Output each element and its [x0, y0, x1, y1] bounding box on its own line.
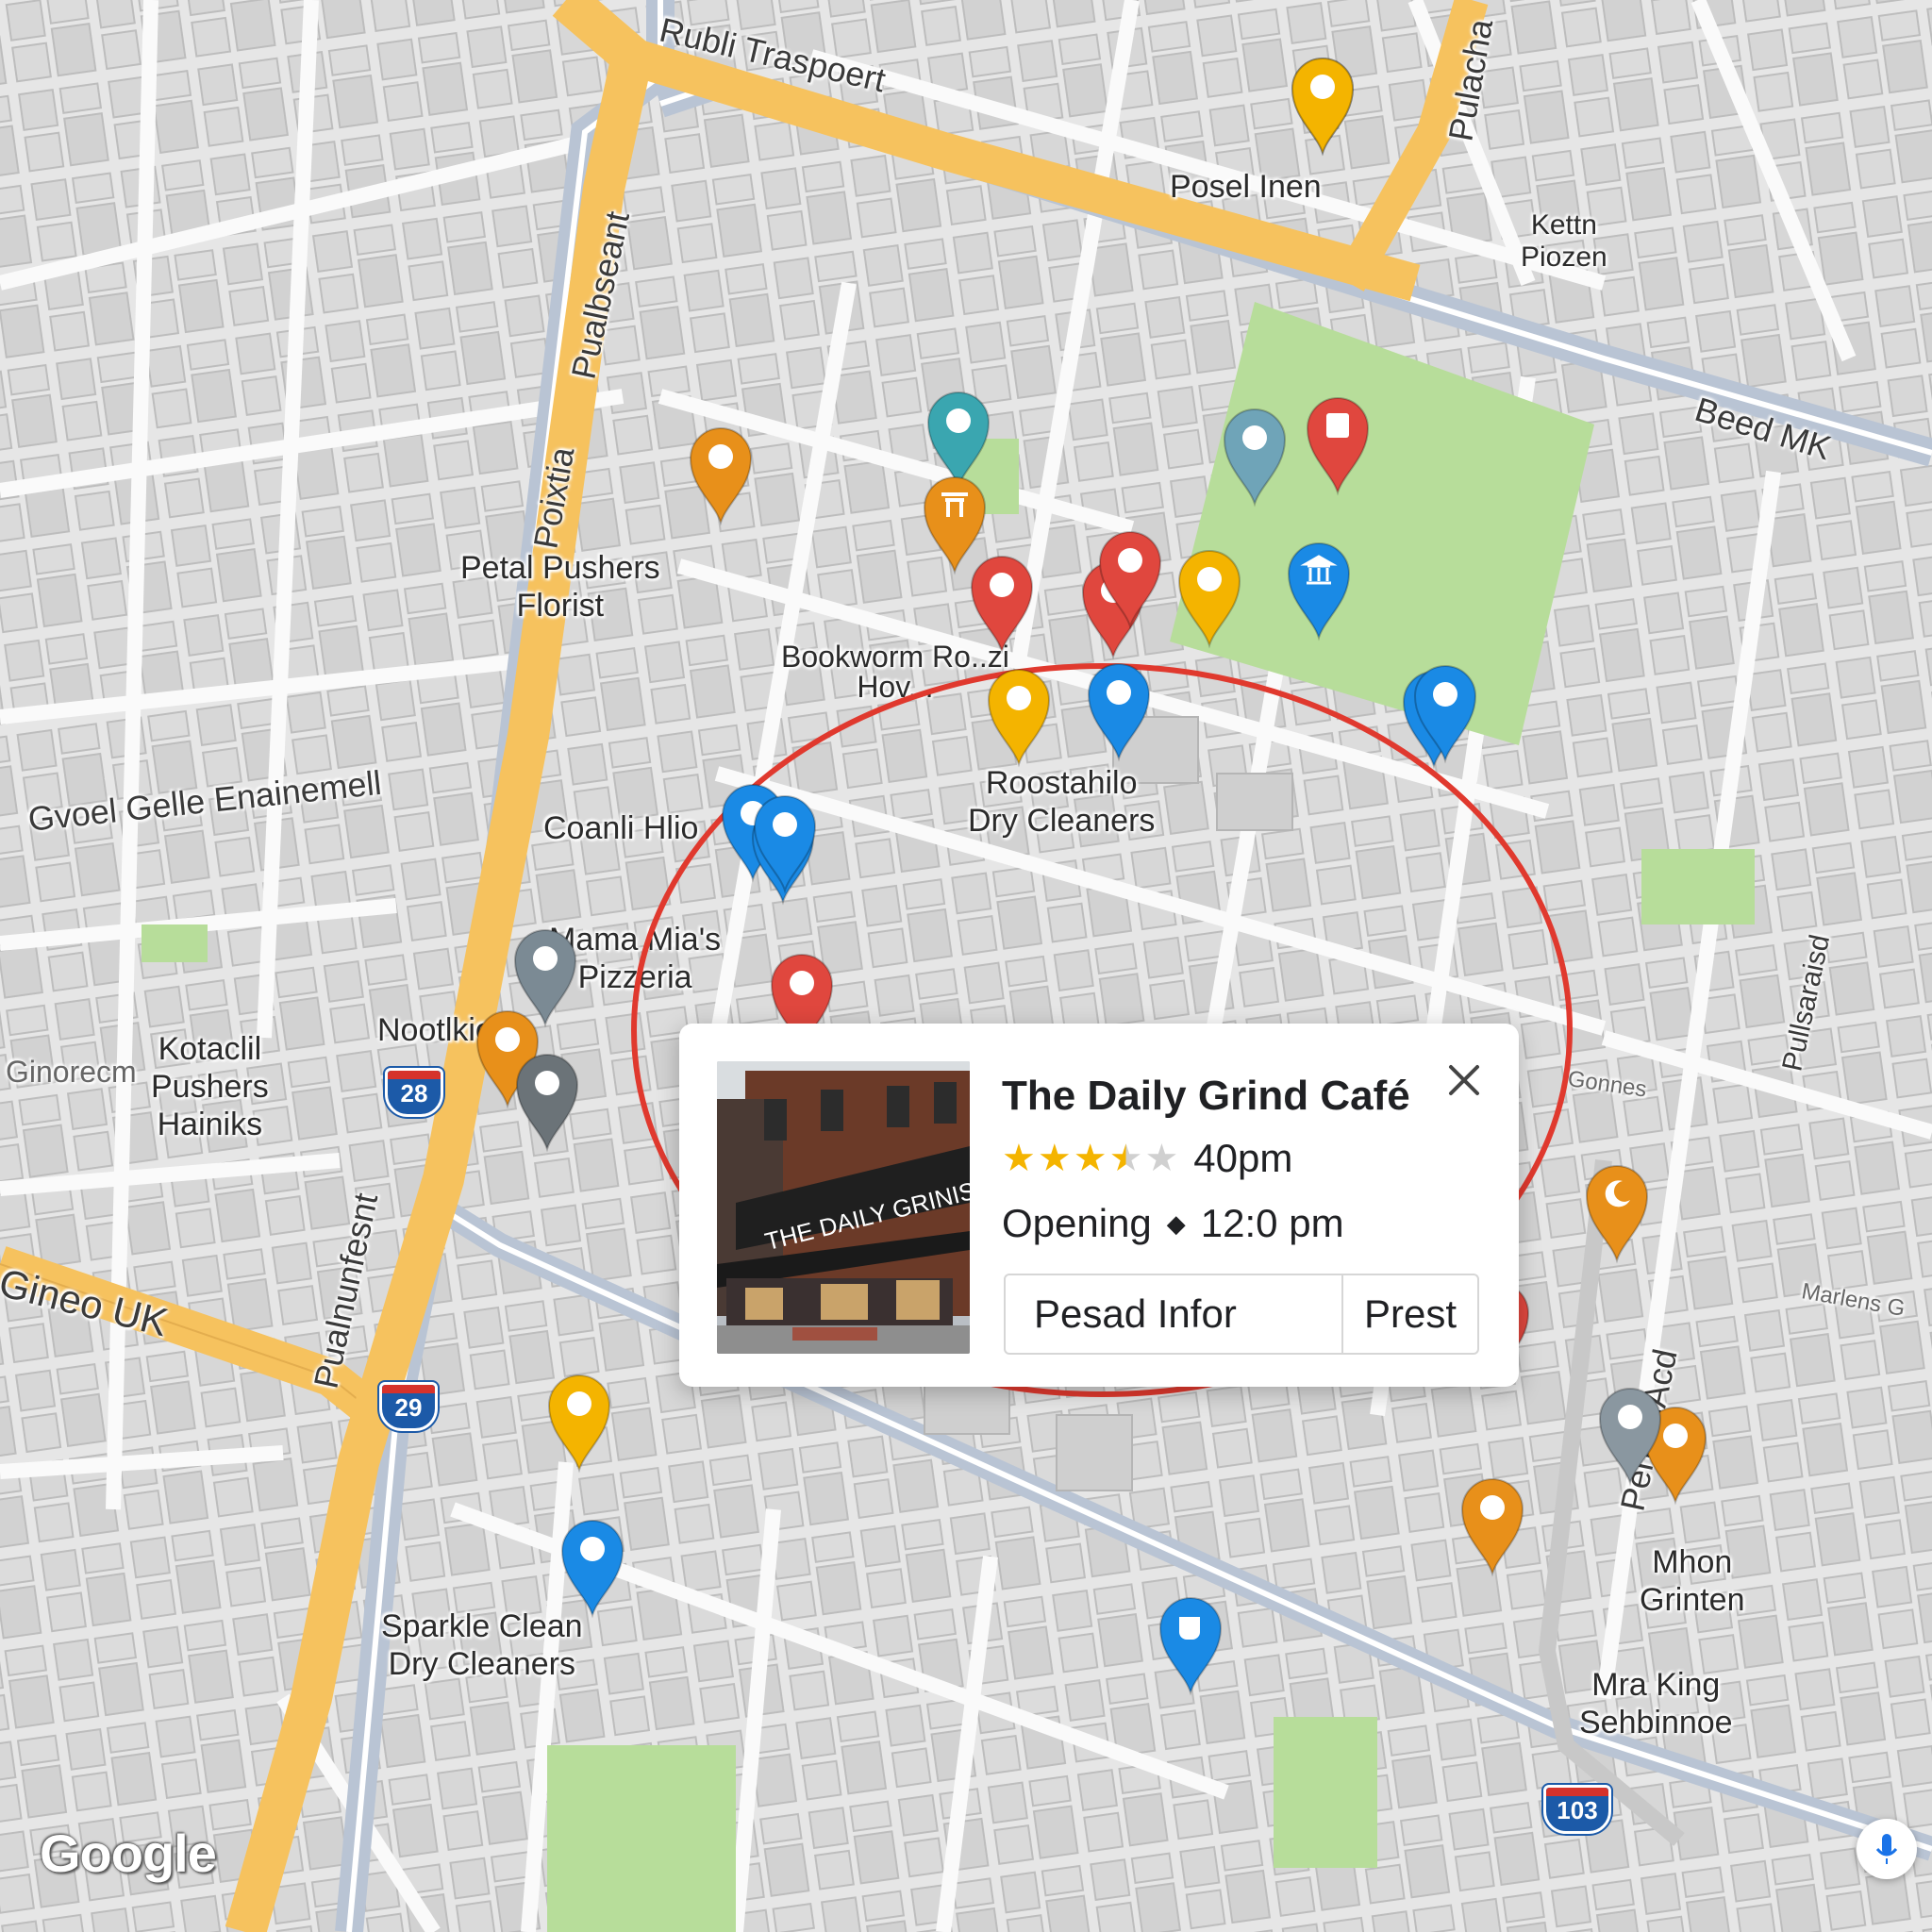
map-pin-icon[interactable] — [541, 1372, 617, 1475]
map-pin-11[interactable] — [541, 1372, 617, 1475]
road-label-ginorecm: Ginorecm — [6, 1055, 137, 1089]
place-label-petal[interactable]: Petal Pushers Florist — [460, 549, 660, 625]
map-canvas[interactable] — [0, 0, 1932, 1932]
map-pin-icon[interactable] — [1579, 1162, 1655, 1266]
map-pin-icon[interactable] — [964, 553, 1040, 657]
close-icon[interactable] — [1441, 1058, 1487, 1103]
map-pin-icon[interactable] — [1153, 1594, 1228, 1698]
map-pin-icon[interactable] — [747, 792, 823, 896]
highway-shield: 103 — [1543, 1785, 1611, 1834]
star-icon: ★ — [1002, 1138, 1036, 1179]
map-pin-18[interactable] — [1172, 547, 1247, 651]
star-rating: ★ ★ ★ ★ ★ — [1002, 1140, 1178, 1177]
map-pin-icon[interactable] — [981, 666, 1057, 770]
map-pin-icon[interactable] — [1081, 660, 1157, 764]
map-pin-icon[interactable] — [1592, 1385, 1668, 1489]
card-actions: Pesad Infor Prest — [1004, 1274, 1479, 1355]
place-info-card[interactable]: THE DAILY GRINIS The Daily Grind Café ★ ★… — [679, 1024, 1519, 1387]
map-pin-icon[interactable] — [1092, 528, 1168, 632]
map-pin-30[interactable] — [1153, 1594, 1228, 1698]
map-pin-10[interactable] — [509, 1051, 585, 1155]
place-title: The Daily Grind Café — [1002, 1073, 1410, 1119]
google-logo: Google — [40, 1824, 217, 1883]
map-pin-icon[interactable] — [1407, 662, 1483, 766]
place-label-kotaclil[interactable]: Kotaclil Pushers Hainiks — [151, 1030, 269, 1143]
map-pin-icon[interactable] — [555, 1517, 630, 1621]
map-pin-27[interactable] — [1455, 1475, 1530, 1579]
map-pin-icon[interactable] — [1172, 547, 1247, 651]
map-pin-19[interactable] — [1081, 660, 1157, 764]
map-view[interactable]: Rubli Traspoert Pulacha Beed MK Pualbsea… — [0, 0, 1932, 1932]
map-pin-22[interactable] — [1300, 394, 1375, 498]
map-pin-icon[interactable] — [1455, 1475, 1530, 1579]
prest-button[interactable]: Prest — [1343, 1275, 1477, 1353]
map-pin-icon[interactable] — [1300, 394, 1375, 498]
map-pin-20[interactable] — [1281, 540, 1357, 643]
highway-shield: 29 — [379, 1382, 438, 1431]
close-button[interactable] — [1441, 1058, 1487, 1103]
place-label-mraking[interactable]: Mra King Sehbinnoe — [1579, 1666, 1733, 1741]
open-status: Opening — [1002, 1201, 1152, 1245]
voice-search-button[interactable] — [1857, 1819, 1917, 1879]
opening-time: 12:0 pm — [1200, 1201, 1344, 1245]
map-pin-12[interactable] — [555, 1517, 630, 1621]
map-pin-icon[interactable] — [683, 425, 758, 528]
map-pin-1[interactable] — [1285, 55, 1360, 158]
map-pin-2[interactable] — [683, 425, 758, 528]
mic-icon[interactable] — [1857, 1819, 1917, 1879]
place-label-roostahilo[interactable]: Roostahilo Dry Cleaners — [968, 764, 1155, 840]
map-pin-23[interactable] — [1407, 662, 1483, 766]
place-label-coanli[interactable]: Coanli Hlio — [543, 809, 698, 847]
separator-dot: ◆ — [1166, 1208, 1186, 1238]
map-pin-icon[interactable] — [509, 1051, 585, 1155]
map-pin-icon[interactable] — [1285, 55, 1360, 158]
star-icon: ★ — [1144, 1138, 1179, 1179]
highway-shield: 28 — [385, 1068, 443, 1117]
star-icon: ★ — [1108, 1138, 1143, 1179]
map-pin-3[interactable] — [981, 666, 1057, 770]
place-label-mhon[interactable]: Mhon Grinten — [1640, 1543, 1745, 1619]
star-icon: ★ — [1037, 1138, 1072, 1179]
map-pin-icon[interactable] — [1281, 540, 1357, 643]
place-label-sparkle[interactable]: Sparkle Clean Dry Cleaners — [381, 1607, 583, 1683]
rating-text: 40pm — [1193, 1136, 1293, 1180]
star-icon: ★ — [1073, 1138, 1108, 1179]
map-pin-24[interactable] — [747, 792, 823, 896]
hours-row: Opening ◆ 12:0 pm — [1002, 1201, 1344, 1246]
place-photo[interactable]: THE DAILY GRINIS — [717, 1061, 970, 1354]
place-label-posel[interactable]: Posel Inen — [1170, 168, 1322, 206]
rating-row: ★ ★ ★ ★ ★ 40pm — [1002, 1135, 1292, 1182]
map-pin-15[interactable] — [964, 553, 1040, 657]
map-pin-icon[interactable] — [1217, 406, 1292, 509]
place-label-kettn[interactable]: Kettn Piozen — [1521, 209, 1607, 274]
map-pin-17[interactable] — [1092, 528, 1168, 632]
info-button[interactable]: Pesad Infor — [1006, 1275, 1343, 1353]
map-pin-21[interactable] — [1217, 406, 1292, 509]
map-pin-25[interactable] — [1579, 1162, 1655, 1266]
map-pin-29[interactable] — [1592, 1385, 1668, 1489]
